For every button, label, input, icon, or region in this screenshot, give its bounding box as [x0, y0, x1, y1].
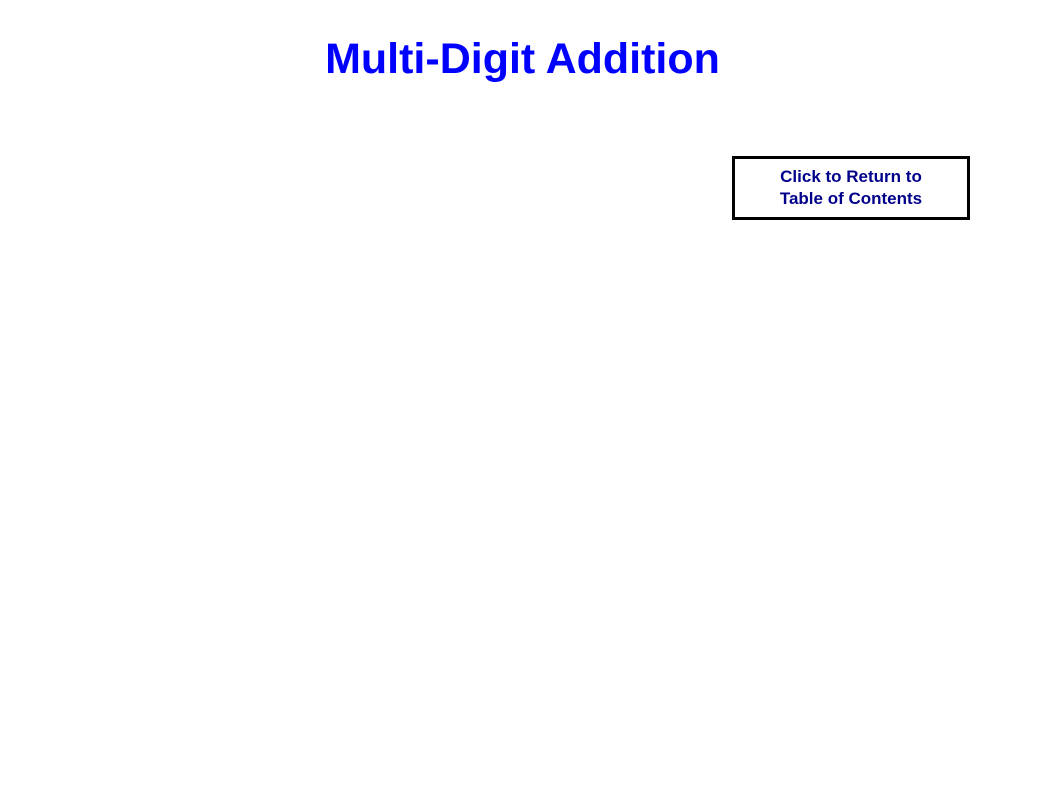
return-button-label: Click to Return to Table of Contents: [780, 166, 922, 210]
page-title: Multi-Digit Addition: [0, 35, 1045, 84]
return-button-line1: Click to Return to: [780, 167, 922, 186]
return-button-line2: Table of Contents: [780, 189, 922, 208]
return-to-toc-button[interactable]: Click to Return to Table of Contents: [732, 156, 970, 220]
